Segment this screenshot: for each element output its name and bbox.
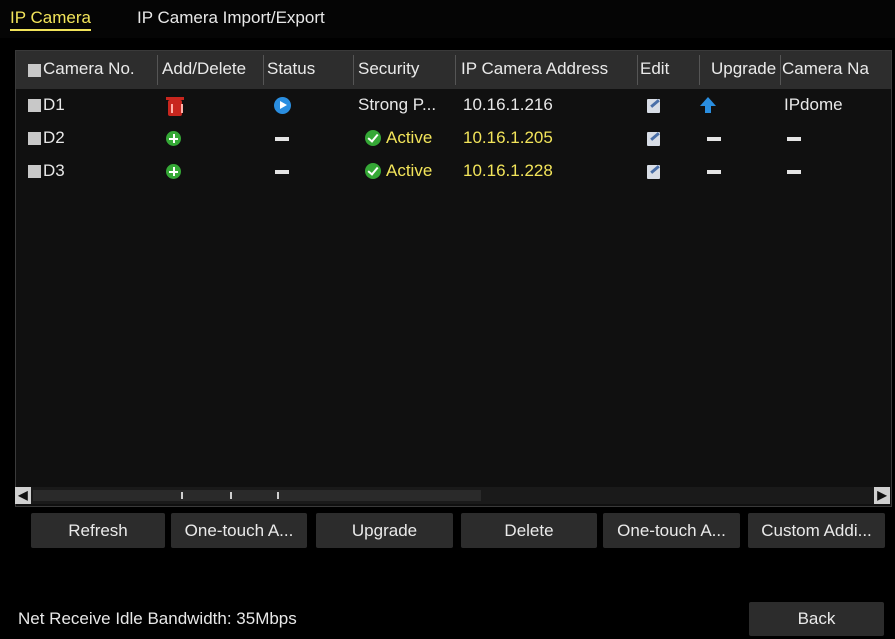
ip-address-cell: 10.16.1.216	[463, 95, 553, 114]
camera-no-cell: D1	[43, 95, 65, 114]
table-row[interactable]: D3 Active 10.16.1.228	[16, 155, 891, 188]
bandwidth-status: Net Receive Idle Bandwidth: 35Mbps	[18, 609, 297, 628]
column-divider[interactable]	[699, 55, 700, 85]
tab-ip-camera-import-export[interactable]: IP Camera Import/Export	[137, 8, 325, 28]
check-icon	[365, 163, 381, 179]
edit-icon[interactable]	[647, 99, 660, 113]
scroll-left-arrow-icon[interactable]: ◀	[15, 487, 31, 504]
one-touch-adding-button[interactable]: One-touch A...	[603, 513, 740, 548]
upgrade-button[interactable]: Upgrade	[316, 513, 453, 548]
status-dash	[275, 137, 289, 141]
custom-adding-button[interactable]: Custom Addi...	[748, 513, 885, 548]
play-icon[interactable]	[274, 97, 291, 114]
upgrade-dash	[707, 137, 721, 141]
camera-name-dash	[787, 137, 801, 141]
column-header-security[interactable]: Security	[358, 59, 419, 79]
refresh-button[interactable]: Refresh	[31, 513, 165, 548]
check-icon	[365, 130, 381, 146]
column-divider[interactable]	[780, 55, 781, 85]
one-touch-activate-button[interactable]: One-touch A...	[171, 513, 307, 548]
column-divider[interactable]	[353, 55, 354, 85]
security-cell: Strong P...	[358, 95, 437, 114]
column-divider[interactable]	[263, 55, 264, 85]
security-status-active: Active	[386, 128, 433, 147]
tab-bar: IP Camera IP Camera Import/Export	[0, 0, 895, 38]
column-divider[interactable]	[157, 55, 158, 85]
column-header-ip-camera-address[interactable]: IP Camera Address	[461, 59, 608, 79]
tab-ip-camera[interactable]: IP Camera	[10, 8, 91, 31]
column-header-camera-name[interactable]: Camera Na	[782, 59, 869, 79]
camera-no-cell: D2	[43, 128, 65, 147]
scrollbar-thumb[interactable]	[33, 490, 481, 501]
table-header: Camera No. Add/Delete Status Security IP…	[16, 51, 891, 89]
select-all-checkbox[interactable]	[28, 64, 41, 77]
scroll-tick	[277, 492, 279, 499]
scroll-right-arrow-icon[interactable]: ▶	[874, 487, 890, 504]
delete-icon[interactable]	[166, 97, 184, 116]
camera-table: Camera No. Add/Delete Status Security IP…	[15, 50, 892, 507]
add-icon[interactable]	[166, 164, 181, 179]
add-icon[interactable]	[166, 131, 181, 146]
row-checkbox[interactable]	[28, 99, 41, 112]
edit-icon[interactable]	[647, 132, 660, 146]
column-header-camera-no[interactable]: Camera No.	[43, 59, 135, 79]
column-divider[interactable]	[637, 55, 638, 85]
status-dash	[275, 170, 289, 174]
row-checkbox[interactable]	[28, 132, 41, 145]
row-checkbox[interactable]	[28, 165, 41, 178]
column-header-upgrade[interactable]: Upgrade	[711, 59, 776, 79]
scroll-tick	[230, 492, 232, 499]
scroll-tick	[181, 492, 183, 499]
column-divider[interactable]	[455, 55, 456, 85]
column-header-edit[interactable]: Edit	[640, 59, 669, 79]
table-row[interactable]: D2 Active 10.16.1.205	[16, 122, 891, 155]
security-status-active: Active	[386, 161, 433, 180]
column-header-status[interactable]: Status	[267, 59, 315, 79]
delete-button[interactable]: Delete	[461, 513, 597, 548]
back-button[interactable]: Back	[749, 602, 884, 636]
table-row[interactable]: D1 Strong P... 10.16.1.216 IPdome	[16, 89, 891, 122]
camera-name-cell: IPdome	[784, 95, 843, 114]
upgrade-dash	[707, 170, 721, 174]
ip-address-cell: 10.16.1.228	[463, 161, 553, 180]
column-header-add-delete[interactable]: Add/Delete	[162, 59, 246, 79]
camera-no-cell: D3	[43, 161, 65, 180]
ip-camera-management-window: IP Camera IP Camera Import/Export Camera…	[0, 0, 895, 639]
upgrade-arrow-icon[interactable]	[700, 97, 716, 113]
horizontal-scrollbar[interactable]: ◀ ▶	[15, 487, 890, 504]
camera-name-dash	[787, 170, 801, 174]
ip-address-cell: 10.16.1.205	[463, 128, 553, 147]
edit-icon[interactable]	[647, 165, 660, 179]
